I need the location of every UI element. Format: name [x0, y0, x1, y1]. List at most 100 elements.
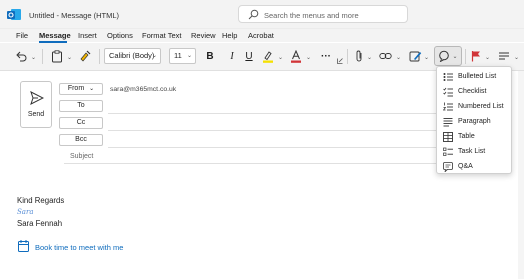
menu-item-label: Paragraph	[458, 118, 491, 125]
bulleted-list-icon	[443, 73, 453, 81]
menu-bar: File Message Insert Options Format Text …	[0, 29, 524, 42]
clipboard-icon	[52, 49, 62, 62]
attach-file-button[interactable]	[353, 48, 365, 64]
separator	[99, 49, 100, 64]
font-color-button[interactable]	[289, 48, 303, 64]
menu-file[interactable]: File	[16, 31, 28, 40]
separator	[347, 49, 348, 64]
checklist-icon	[443, 87, 453, 97]
search-icon	[248, 9, 259, 20]
outlook-app-icon	[7, 9, 21, 20]
send-icon	[30, 91, 44, 105]
loop-chevron-icon: ⌄	[452, 53, 458, 60]
numbered-list-icon	[443, 102, 453, 111]
list-settings-icon	[499, 52, 509, 60]
to-button[interactable]: To	[59, 100, 103, 112]
signature-chevron-icon[interactable]: ⌄	[424, 54, 429, 61]
menu-item-label: Table	[458, 133, 475, 140]
signature-button[interactable]	[408, 48, 422, 64]
menu-item-label: Bulleted List	[458, 73, 497, 80]
menu-item-label: Numbered List	[458, 103, 504, 110]
title-bar: Untitled - Message (HTML) Search the men…	[0, 0, 524, 29]
paste-chevron-icon[interactable]: ⌄	[67, 54, 72, 61]
paperclip-icon	[356, 50, 361, 61]
font-size-select[interactable]: 11 ⌄	[169, 48, 196, 64]
italic-button[interactable]: I	[226, 48, 238, 64]
menu-item-paragraph[interactable]: Paragraph	[437, 115, 513, 129]
menu-item-checklist[interactable]: Checklist	[437, 85, 513, 99]
font-color-chevron-icon[interactable]: ⌄	[306, 54, 311, 61]
menu-item-task-list[interactable]: Task List	[437, 145, 513, 159]
menu-item-qa[interactable]: Q&A	[437, 160, 513, 174]
format-painter-icon	[80, 50, 91, 62]
link-button[interactable]	[378, 48, 392, 64]
from-address: sara@m365mct.co.uk	[110, 86, 177, 93]
chevron-down-icon: ⌄	[186, 53, 192, 59]
menu-format-text[interactable]: Format Text	[142, 31, 181, 40]
more-chevron-icon[interactable]: ⌄	[514, 54, 519, 61]
booking-link[interactable]: Book time to meet with me	[35, 243, 123, 252]
undo-button[interactable]	[14, 48, 28, 64]
highlight-button[interactable]	[261, 48, 275, 64]
send-label: Send	[27, 111, 45, 118]
cc-field[interactable]	[108, 130, 436, 131]
font-color-icon	[291, 49, 301, 63]
link-icon	[378, 53, 392, 59]
menu-item-table[interactable]: Table	[437, 130, 513, 144]
attach-chevron-icon[interactable]: ⌄	[367, 54, 372, 61]
menu-help[interactable]: Help	[222, 31, 237, 40]
loop-component-menu: Bulleted List Checklist Numbered List Pa…	[436, 66, 512, 174]
subject-field[interactable]	[64, 163, 436, 164]
loop-component-icon	[439, 50, 450, 62]
format-painter-button[interactable]	[78, 48, 92, 64]
menu-acrobat[interactable]: Acrobat	[248, 31, 274, 40]
flag-chevron-icon[interactable]: ⌄	[485, 54, 490, 61]
menu-insert[interactable]: Insert	[78, 31, 97, 40]
menu-item-label: Checklist	[458, 88, 487, 95]
undo-icon	[16, 51, 27, 62]
send-button[interactable]: Send	[20, 81, 52, 128]
search-input[interactable]: Search the menus and more	[238, 5, 408, 23]
undo-chevron-icon[interactable]: ⌄	[31, 54, 36, 61]
from-label: From	[67, 85, 85, 92]
cc-button[interactable]: Cc	[59, 117, 103, 129]
menu-review[interactable]: Review	[191, 31, 216, 40]
calendar-icon	[18, 240, 29, 252]
highlighter-icon	[263, 50, 273, 63]
menu-item-label: Task List	[458, 148, 486, 155]
to-field[interactable]	[108, 113, 436, 114]
menu-item-label: Q&A	[458, 163, 473, 170]
table-icon	[443, 132, 453, 142]
menu-item-numbered-list[interactable]: Numbered List	[437, 100, 513, 114]
signature-name: Sara Fennah	[17, 219, 63, 228]
importance-button[interactable]	[497, 48, 511, 64]
follow-up-flag-button[interactable]	[470, 48, 482, 64]
subject-label: Subject	[70, 153, 94, 160]
paste-button[interactable]	[50, 48, 64, 64]
menu-item-bulleted-list[interactable]: Bulleted List	[437, 70, 513, 84]
paragraph-icon	[443, 118, 453, 127]
highlight-chevron-icon[interactable]: ⌄	[278, 54, 283, 61]
font-size-value: 11	[174, 51, 182, 60]
scrollbar[interactable]	[518, 71, 524, 279]
signature-pen-icon	[409, 51, 421, 61]
from-button[interactable]: From ⌄	[59, 83, 103, 95]
font-name-select[interactable]: Calibri (Body) ⌄	[104, 48, 161, 64]
chevron-down-icon: ⌄	[151, 53, 157, 59]
dialog-launcher-icon[interactable]	[337, 58, 343, 64]
qa-icon	[443, 162, 453, 172]
underline-button[interactable]: U	[243, 48, 255, 64]
font-name-value: Calibri (Body)	[109, 51, 155, 60]
signature-script: Sara	[17, 208, 34, 216]
menu-message[interactable]: Message	[39, 31, 71, 40]
closing-line: Kind Regards	[17, 196, 65, 205]
link-chevron-icon[interactable]: ⌄	[396, 54, 401, 61]
separator	[465, 49, 466, 64]
flag-icon	[471, 51, 480, 62]
menu-options[interactable]: Options	[107, 31, 133, 40]
bcc-field[interactable]	[108, 147, 436, 148]
loop-component-button[interactable]: ⌄	[434, 46, 462, 66]
bold-button[interactable]: B	[204, 48, 216, 64]
bcc-button[interactable]: Bcc	[59, 134, 103, 146]
more-formatting-button[interactable]: ···	[319, 48, 333, 64]
